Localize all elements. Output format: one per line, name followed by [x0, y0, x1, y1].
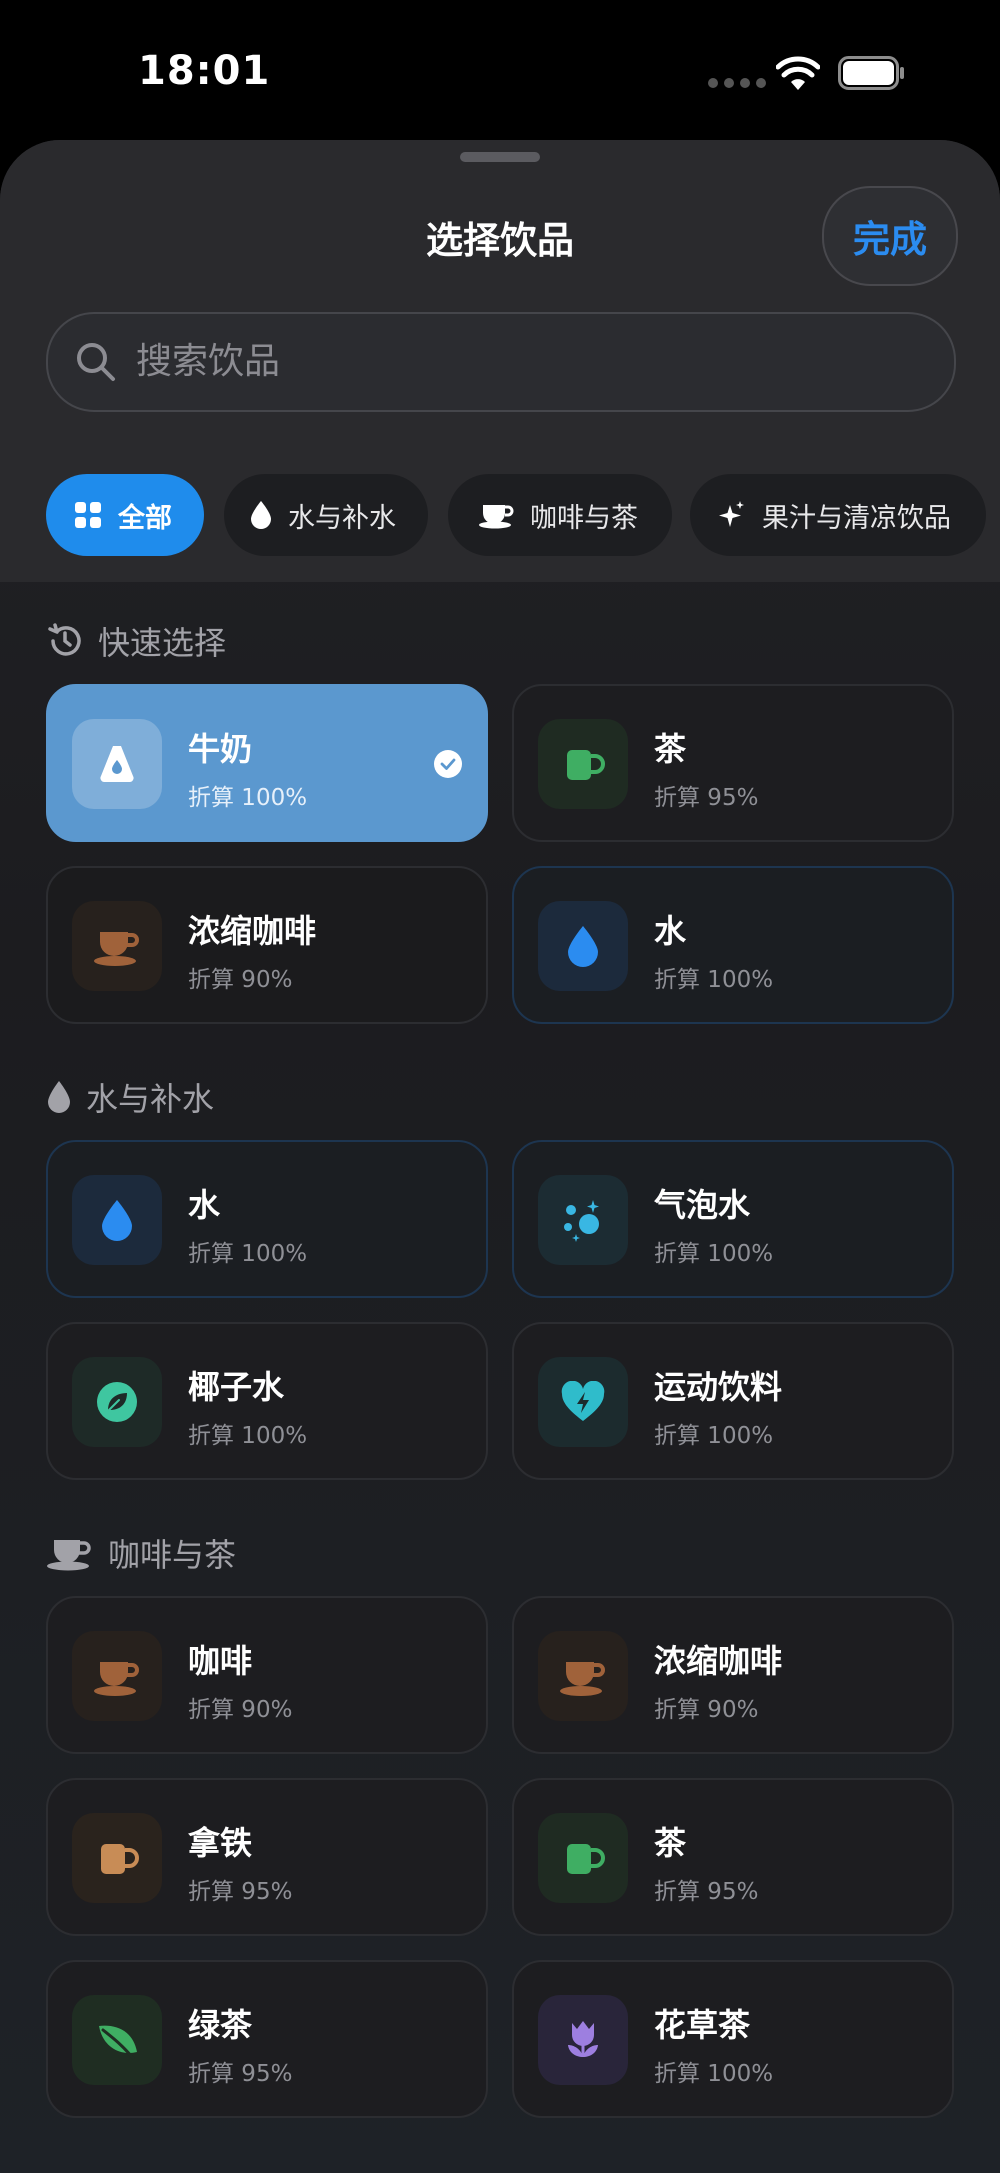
drink-name: 牛奶: [188, 730, 253, 768]
milk-icon: [72, 719, 162, 809]
drink-ratio: 折算 100%: [188, 785, 308, 811]
drink-card-espresso[interactable]: 浓缩咖啡 折算 90%: [46, 866, 488, 1024]
bubbles-icon: [538, 1175, 628, 1265]
sparkles-icon: [716, 500, 746, 530]
battery-icon: [838, 56, 904, 90]
drink-ratio: 折算 90%: [188, 1697, 293, 1723]
status-time: 18:01: [138, 48, 271, 94]
drink-name: 椰子水: [188, 1368, 285, 1406]
chip-label: 全部: [118, 502, 172, 534]
section-title: 水与补水: [86, 1080, 215, 1118]
chip-label: 果汁与清凉饮品: [762, 502, 951, 534]
section-header-coffee-tea: 咖啡与茶: [46, 1530, 236, 1576]
drink-card-water[interactable]: 水 折算 100%: [512, 866, 954, 1024]
latte-mug-icon: [72, 1813, 162, 1903]
section-title: 快速选择: [98, 624, 227, 662]
drink-card-herbal-tea[interactable]: 花草茶 折算 100%: [512, 1960, 954, 2118]
drink-card-green-tea[interactable]: 绿茶 折算 95%: [46, 1960, 488, 2118]
search-input[interactable]: [134, 328, 918, 394]
drink-name: 花草茶: [654, 2006, 751, 2044]
drink-ratio: 折算 95%: [188, 1879, 293, 1905]
chip-label: 咖啡与茶: [530, 502, 638, 534]
section-header-water: 水与补水: [46, 1074, 214, 1120]
search-bar[interactable]: [46, 312, 956, 412]
drink-name: 咖啡: [188, 1642, 253, 1680]
checkmark-icon: [434, 750, 462, 778]
chip-all[interactable]: 全部: [46, 474, 204, 556]
drink-name: 水: [188, 1186, 221, 1224]
drink-name: 运动饮料: [654, 1368, 783, 1406]
drink-card-milk[interactable]: 牛奶 折算 100%: [46, 684, 488, 842]
chip-label: 水与补水: [288, 502, 396, 534]
section-title: 咖啡与茶: [108, 1536, 237, 1574]
chip-juice[interactable]: 果汁与清凉饮品: [690, 474, 986, 556]
drink-card-coconut-water[interactable]: 椰子水 折算 100%: [46, 1322, 488, 1480]
coffee-icon: [72, 1631, 162, 1721]
drink-name: 茶: [654, 1824, 687, 1862]
drop-icon: [48, 1081, 70, 1113]
chip-water[interactable]: 水与补水: [224, 474, 428, 556]
drink-name: 浓缩咖啡: [654, 1642, 783, 1680]
drink-card-tea[interactable]: 茶 折算 95%: [512, 684, 954, 842]
sheet-grabber[interactable]: [460, 152, 540, 162]
drink-name: 茶: [654, 730, 687, 768]
section-header-quick: 快速选择: [46, 618, 226, 664]
tulip-icon: [538, 1995, 628, 2085]
mug-icon: [538, 1813, 628, 1903]
drink-name: 浓缩咖啡: [188, 912, 317, 950]
leaf-circle-icon: [72, 1357, 162, 1447]
chip-coffee-tea[interactable]: 咖啡与茶: [448, 474, 672, 556]
drink-ratio: 折算 95%: [654, 1879, 759, 1905]
drink-card-coffee[interactable]: 咖啡 折算 90%: [46, 1596, 488, 1754]
drink-ratio: 折算 95%: [654, 785, 759, 811]
history-icon: [48, 623, 81, 656]
mug-icon: [538, 719, 628, 809]
coffee-icon: [72, 901, 162, 991]
signal-dots-icon: [708, 78, 766, 88]
wifi-icon: [776, 56, 820, 90]
drink-ratio: 折算 90%: [654, 1697, 759, 1723]
coffee-cup-icon: [47, 1540, 91, 1571]
drink-card-tea-2[interactable]: 茶 折算 95%: [512, 1778, 954, 1936]
coffee-cup-icon: [478, 501, 514, 529]
drink-card-latte[interactable]: 拿铁 折算 95%: [46, 1778, 488, 1936]
drink-name: 绿茶: [188, 2006, 253, 2044]
drink-ratio: 折算 100%: [654, 1241, 774, 1267]
drink-card-sports-drink[interactable]: 运动饮料 折算 100%: [512, 1322, 954, 1480]
drink-card-espresso-2[interactable]: 浓缩咖啡 折算 90%: [512, 1596, 954, 1754]
drink-card-water-2[interactable]: 水 折算 100%: [46, 1140, 488, 1298]
drink-ratio: 折算 100%: [188, 1241, 308, 1267]
search-icon: [77, 343, 115, 381]
heart-bolt-icon: [538, 1357, 628, 1447]
drink-name: 水: [654, 912, 687, 950]
drink-ratio: 折算 100%: [654, 1423, 774, 1449]
leaf-icon: [72, 1995, 162, 2085]
drink-ratio: 折算 90%: [188, 967, 293, 993]
water-drop-icon: [72, 1175, 162, 1265]
drop-icon: [250, 500, 272, 530]
water-drop-icon: [538, 901, 628, 991]
drink-picker-sheet: 选择饮品 完成 全部 水与补水 咖啡与茶: [0, 140, 1000, 2173]
drink-ratio: 折算 95%: [188, 2061, 293, 2087]
drink-name: 拿铁: [188, 1824, 253, 1862]
coffee-icon: [538, 1631, 628, 1721]
drink-ratio: 折算 100%: [654, 2061, 774, 2087]
grid-icon: [74, 501, 102, 529]
done-button[interactable]: 完成: [822, 186, 958, 286]
status-bar: 18:01: [0, 0, 1000, 140]
drink-name: 气泡水: [654, 1186, 751, 1224]
drink-card-sparkling-water[interactable]: 气泡水 折算 100%: [512, 1140, 954, 1298]
drink-ratio: 折算 100%: [654, 967, 774, 993]
drink-ratio: 折算 100%: [188, 1423, 308, 1449]
